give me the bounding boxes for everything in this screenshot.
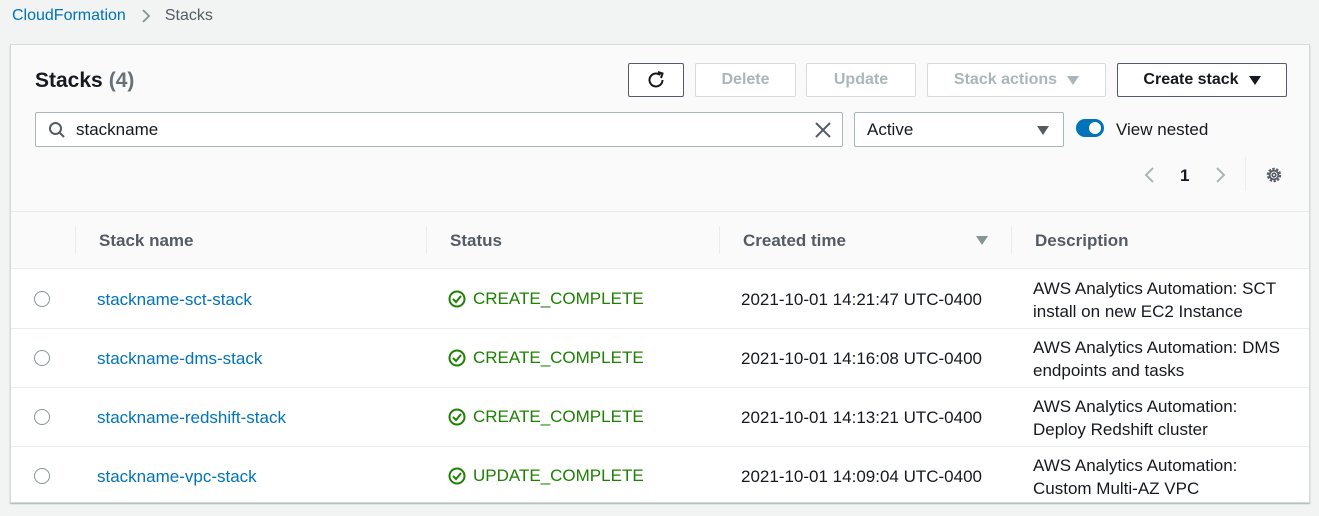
chevron-right-icon xyxy=(142,9,151,23)
refresh-icon xyxy=(648,71,664,88)
check-circle-icon xyxy=(448,349,466,367)
column-divider xyxy=(719,226,720,254)
page-title: Stacks (4) xyxy=(35,69,134,93)
title-text: Stacks xyxy=(35,69,103,92)
column-divider xyxy=(426,226,427,254)
column-header-stack-name[interactable]: Stack name xyxy=(99,231,194,251)
description-cell: AWS Analytics Automation: SCT install on… xyxy=(1033,279,1276,321)
view-nested-label: View nested xyxy=(1116,120,1209,139)
stack-count: (4) xyxy=(108,69,135,92)
stack-name-link[interactable]: stackname-sct-stack xyxy=(97,290,252,310)
status-cell: CREATE_COMPLETE xyxy=(448,348,644,368)
update-button[interactable]: Update xyxy=(806,63,916,97)
row-select-radio[interactable] xyxy=(34,291,50,307)
page-number[interactable]: 1 xyxy=(1180,166,1189,186)
stack-actions-label: Stack actions xyxy=(953,71,1058,88)
breadcrumb: CloudFormation Stacks xyxy=(12,6,213,26)
stacks-panel: Stacks (4) Delete Update Stack actions C… xyxy=(10,44,1310,503)
description-cell: AWS Analytics Automation: Deploy Redshif… xyxy=(1033,397,1238,439)
panel-header: Stacks (4) Delete Update Stack actions C… xyxy=(11,45,1309,212)
delete-button[interactable]: Delete xyxy=(695,63,796,97)
table-row[interactable]: stackname-redshift-stack CREATE_COMPLETE… xyxy=(11,388,1309,447)
status-text: CREATE_COMPLETE xyxy=(473,348,644,367)
breadcrumb-cloudformation-link[interactable]: CloudFormation xyxy=(12,7,126,25)
description-cell: AWS Analytics Automation: DMS endpoints … xyxy=(1033,338,1280,380)
table-row[interactable]: stackname-dms-stack CREATE_COMPLETE 2021… xyxy=(11,329,1309,388)
column-header-created-time[interactable]: Created time xyxy=(743,231,846,251)
sort-descending-icon[interactable] xyxy=(976,236,988,245)
column-header-status[interactable]: Status xyxy=(450,231,502,251)
status-cell: CREATE_COMPLETE xyxy=(448,407,644,427)
check-circle-icon xyxy=(448,290,466,308)
column-header-description[interactable]: Description xyxy=(1035,231,1129,251)
created-time-cell: 2021-10-01 14:13:21 UTC-0400 xyxy=(741,408,982,427)
search-icon xyxy=(49,122,65,138)
created-time-cell: 2021-10-01 14:21:47 UTC-0400 xyxy=(741,290,982,309)
breadcrumb-current: Stacks xyxy=(164,7,213,24)
gear-icon[interactable] xyxy=(1264,165,1284,185)
check-circle-icon xyxy=(448,408,466,426)
row-select-radio[interactable] xyxy=(34,468,50,484)
created-time-cell: 2021-10-01 14:16:08 UTC-0400 xyxy=(741,349,982,368)
table-header: Stack name Status Created time Descripti… xyxy=(11,212,1309,269)
create-stack-label: Create stack xyxy=(1143,71,1239,88)
view-nested-toggle[interactable] xyxy=(1076,119,1104,137)
status-text: CREATE_COMPLETE xyxy=(473,407,644,426)
table-row[interactable]: stackname-vpc-stack UPDATE_COMPLETE 2021… xyxy=(11,447,1309,506)
caret-down-icon xyxy=(1037,126,1049,135)
status-text: UPDATE_COMPLETE xyxy=(473,466,644,485)
create-stack-button[interactable]: Create stack xyxy=(1117,63,1287,97)
refresh-button[interactable] xyxy=(628,63,684,97)
divider xyxy=(1245,157,1246,191)
chevron-right-icon[interactable] xyxy=(1213,165,1227,185)
column-divider xyxy=(75,226,76,254)
stack-actions-button[interactable]: Stack actions xyxy=(927,63,1106,97)
update-label: Update xyxy=(833,71,889,88)
table-row[interactable]: stackname-sct-stack CREATE_COMPLETE 2021… xyxy=(11,270,1309,329)
search-value: stackname xyxy=(76,120,159,139)
stack-name-link[interactable]: stackname-vpc-stack xyxy=(97,467,257,487)
row-select-radio[interactable] xyxy=(34,350,50,366)
description-cell: AWS Analytics Automation: Custom Multi-A… xyxy=(1033,456,1238,498)
chevron-left-icon[interactable] xyxy=(1143,165,1157,185)
status-filter-select[interactable]: Active xyxy=(854,112,1064,147)
stack-name-link[interactable]: stackname-redshift-stack xyxy=(97,408,286,428)
check-circle-icon xyxy=(448,467,466,485)
status-cell: CREATE_COMPLETE xyxy=(448,289,644,309)
created-time-cell: 2021-10-01 14:09:04 UTC-0400 xyxy=(741,467,982,486)
toggle-knob xyxy=(1089,122,1101,134)
stack-name-link[interactable]: stackname-dms-stack xyxy=(97,349,262,369)
status-cell: UPDATE_COMPLETE xyxy=(448,466,644,486)
status-filter-value: Active xyxy=(867,120,914,139)
column-divider xyxy=(1011,226,1012,254)
close-icon[interactable] xyxy=(814,121,832,139)
caret-down-icon xyxy=(1067,75,1080,85)
caret-down-icon xyxy=(1248,75,1261,85)
search-input[interactable]: stackname xyxy=(35,112,843,147)
status-text: CREATE_COMPLETE xyxy=(473,289,644,308)
delete-label: Delete xyxy=(721,71,770,88)
row-select-radio[interactable] xyxy=(34,409,50,425)
